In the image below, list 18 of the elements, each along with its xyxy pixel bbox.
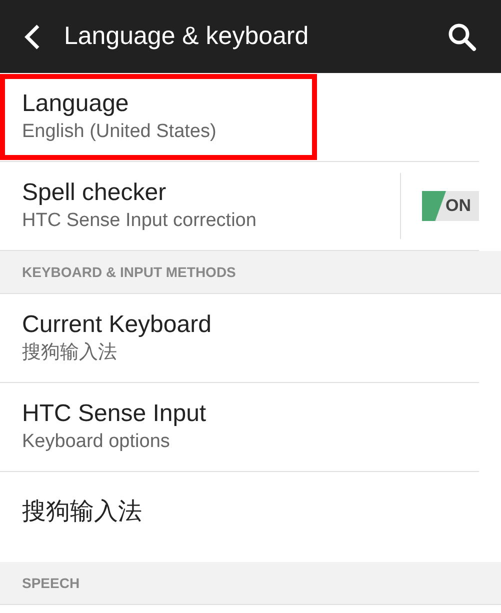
search-icon[interactable] xyxy=(447,22,477,52)
back-icon[interactable] xyxy=(22,22,42,50)
toggle-switch[interactable]: ON xyxy=(422,191,479,221)
item-subtitle: English (United States) xyxy=(22,120,218,144)
item-title: Spell checker xyxy=(22,178,168,208)
section-header: KEYBOARD & INPUT METHODS xyxy=(0,251,501,294)
item-subtitle: HTC Sense Input correction xyxy=(22,209,258,233)
section-header: SPEECH xyxy=(0,562,501,605)
item-title: 搜狗输入法 xyxy=(22,497,143,527)
settings-item[interactable]: HTC Sense Input Keyboard options xyxy=(0,383,479,472)
screen-title: Language & keyboard xyxy=(64,22,310,51)
item-subtitle: 搜狗输入法 xyxy=(22,341,118,365)
item-subtitle: Keyboard options xyxy=(22,430,171,454)
item-title: HTC Sense Input xyxy=(22,399,208,429)
settings-item[interactable]: 搜狗输入法 xyxy=(0,472,479,562)
item-title: Current Keyboard xyxy=(22,310,212,340)
item-title: Language xyxy=(22,89,130,119)
settings-item[interactable]: Current Keyboard 搜狗输入法 xyxy=(0,294,479,383)
